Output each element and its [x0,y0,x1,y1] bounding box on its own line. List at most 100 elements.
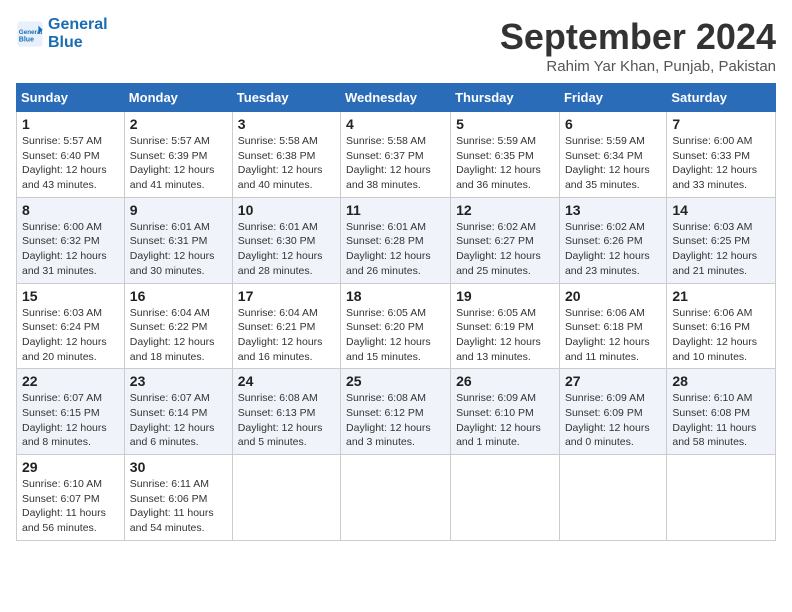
day-info: Sunrise: 5:58 AMSunset: 6:38 PMDaylight:… [238,134,335,193]
day-info: Sunrise: 6:00 AMSunset: 6:32 PMDaylight:… [22,220,119,279]
day-number: 13 [565,202,661,218]
day-info: Sunrise: 6:11 AMSunset: 6:06 PMDaylight:… [130,477,227,536]
day-cell: 22 Sunrise: 6:07 AMSunset: 6:15 PMDayligh… [17,369,125,455]
day-cell: 11 Sunrise: 6:01 AMSunset: 6:28 PMDayligh… [341,197,451,283]
day-number: 20 [565,288,661,304]
day-info: Sunrise: 6:06 AMSunset: 6:18 PMDaylight:… [565,306,661,365]
day-info: Sunrise: 6:09 AMSunset: 6:09 PMDaylight:… [565,391,661,450]
day-info: Sunrise: 6:01 AMSunset: 6:28 PMDaylight:… [346,220,445,279]
day-info: Sunrise: 6:09 AMSunset: 6:10 PMDaylight:… [456,391,554,450]
day-cell [451,455,560,541]
day-cell: 18Sunrise: 6:05 AMSunset: 6:20 PMDayligh… [341,283,451,369]
day-cell: 10 Sunrise: 6:01 AMSunset: 6:30 PMDayligh… [232,197,340,283]
day-number: 7 [672,116,770,132]
day-number: 2 [130,116,227,132]
day-cell: 20 Sunrise: 6:06 AMSunset: 6:18 PMDayligh… [559,283,666,369]
day-number: 21 [672,288,770,304]
day-number: 29 [22,459,119,475]
title-area: September 2024 Rahim Yar Khan, Punjab, P… [500,16,776,75]
day-number: 5 [456,116,554,132]
day-number: 19 [456,288,554,304]
day-info: Sunrise: 6:03 AMSunset: 6:24 PMDaylight:… [22,306,119,365]
day-info: Sunrise: 6:07 AMSunset: 6:14 PMDaylight:… [130,391,227,450]
day-info: Sunrise: 5:57 AMSunset: 6:40 PMDaylight:… [22,134,119,193]
day-cell: 1 Sunrise: 5:57 AMSunset: 6:40 PMDaylight… [17,112,125,198]
day-cell: 17Sunrise: 6:04 AMSunset: 6:21 PMDayligh… [232,283,340,369]
day-info: Sunrise: 6:01 AMSunset: 6:31 PMDaylight:… [130,220,227,279]
day-number: 16 [130,288,227,304]
day-info: Sunrise: 5:57 AMSunset: 6:39 PMDaylight:… [130,134,227,193]
header-saturday: Saturday [667,84,776,112]
day-number: 22 [22,373,119,389]
week-row-4: 22 Sunrise: 6:07 AMSunset: 6:15 PMDayligh… [17,369,776,455]
header-monday: Monday [124,84,232,112]
header-sunday: Sunday [17,84,125,112]
day-cell: 21 Sunrise: 6:06 AMSunset: 6:16 PMDayligh… [667,283,776,369]
day-info: Sunrise: 6:04 AMSunset: 6:22 PMDaylight:… [130,306,227,365]
day-cell [667,455,776,541]
day-cell: 5 Sunrise: 5:59 AMSunset: 6:35 PMDaylight… [451,112,560,198]
svg-text:Blue: Blue [19,36,34,43]
day-cell: 9 Sunrise: 6:01 AMSunset: 6:31 PMDaylight… [124,197,232,283]
day-cell [341,455,451,541]
day-info: Sunrise: 6:02 AMSunset: 6:26 PMDaylight:… [565,220,661,279]
location-title: Rahim Yar Khan, Punjab, Pakistan [500,58,776,75]
day-info: Sunrise: 6:10 AMSunset: 6:07 PMDaylight:… [22,477,119,536]
day-number: 6 [565,116,661,132]
day-number: 4 [346,116,445,132]
day-cell: 28 Sunrise: 6:10 AMSunset: 6:08 PMDayligh… [667,369,776,455]
day-info: Sunrise: 6:08 AMSunset: 6:13 PMDaylight:… [238,391,335,450]
day-cell: 30 Sunrise: 6:11 AMSunset: 6:06 PMDayligh… [124,455,232,541]
day-info: Sunrise: 6:08 AMSunset: 6:12 PMDaylight:… [346,391,445,450]
day-info: Sunrise: 6:04 AMSunset: 6:21 PMDaylight:… [238,306,335,365]
day-number: 15 [22,288,119,304]
day-number: 11 [346,202,445,218]
day-info: Sunrise: 5:59 AMSunset: 6:35 PMDaylight:… [456,134,554,193]
day-cell: 8 Sunrise: 6:00 AMSunset: 6:32 PMDaylight… [17,197,125,283]
day-info: Sunrise: 6:02 AMSunset: 6:27 PMDaylight:… [456,220,554,279]
header-row: SundayMondayTuesdayWednesdayThursdayFrid… [17,84,776,112]
day-number: 25 [346,373,445,389]
day-number: 27 [565,373,661,389]
day-info: Sunrise: 6:06 AMSunset: 6:16 PMDaylight:… [672,306,770,365]
day-number: 18 [346,288,445,304]
day-number: 23 [130,373,227,389]
day-cell: 16 Sunrise: 6:04 AMSunset: 6:22 PMDayligh… [124,283,232,369]
day-number: 28 [672,373,770,389]
day-number: 30 [130,459,227,475]
day-cell: 3Sunrise: 5:58 AMSunset: 6:38 PMDaylight… [232,112,340,198]
day-info: Sunrise: 6:10 AMSunset: 6:08 PMDaylight:… [672,391,770,450]
day-info: Sunrise: 6:00 AMSunset: 6:33 PMDaylight:… [672,134,770,193]
day-number: 9 [130,202,227,218]
logo-general: General [48,16,108,34]
day-info: Sunrise: 6:01 AMSunset: 6:30 PMDaylight:… [238,220,335,279]
day-number: 14 [672,202,770,218]
day-cell [232,455,340,541]
day-cell: 26Sunrise: 6:09 AMSunset: 6:10 PMDayligh… [451,369,560,455]
logo-icon: General Blue [16,20,44,48]
day-cell: 25 Sunrise: 6:08 AMSunset: 6:12 PMDayligh… [341,369,451,455]
day-number: 8 [22,202,119,218]
header-tuesday: Tuesday [232,84,340,112]
day-cell: 7 Sunrise: 6:00 AMSunset: 6:33 PMDaylight… [667,112,776,198]
day-cell: 24Sunrise: 6:08 AMSunset: 6:13 PMDayligh… [232,369,340,455]
week-row-2: 8 Sunrise: 6:00 AMSunset: 6:32 PMDaylight… [17,197,776,283]
day-info: Sunrise: 6:05 AMSunset: 6:19 PMDaylight:… [456,306,554,365]
day-info: Sunrise: 6:07 AMSunset: 6:15 PMDaylight:… [22,391,119,450]
day-cell: 4Sunrise: 5:58 AMSunset: 6:37 PMDaylight… [341,112,451,198]
day-cell: 12Sunrise: 6:02 AMSunset: 6:27 PMDayligh… [451,197,560,283]
header-thursday: Thursday [451,84,560,112]
month-title: September 2024 [500,16,776,58]
day-cell: 15 Sunrise: 6:03 AMSunset: 6:24 PMDayligh… [17,283,125,369]
header-friday: Friday [559,84,666,112]
day-number: 1 [22,116,119,132]
day-cell: 14Sunrise: 6:03 AMSunset: 6:25 PMDayligh… [667,197,776,283]
day-cell: 19 Sunrise: 6:05 AMSunset: 6:19 PMDayligh… [451,283,560,369]
day-number: 10 [238,202,335,218]
day-cell: 2 Sunrise: 5:57 AMSunset: 6:39 PMDaylight… [124,112,232,198]
day-cell: 23 Sunrise: 6:07 AMSunset: 6:14 PMDayligh… [124,369,232,455]
week-row-1: 1 Sunrise: 5:57 AMSunset: 6:40 PMDaylight… [17,112,776,198]
week-row-5: 29 Sunrise: 6:10 AMSunset: 6:07 PMDayligh… [17,455,776,541]
calendar-table: SundayMondayTuesdayWednesdayThursdayFrid… [16,83,776,541]
header-wednesday: Wednesday [341,84,451,112]
